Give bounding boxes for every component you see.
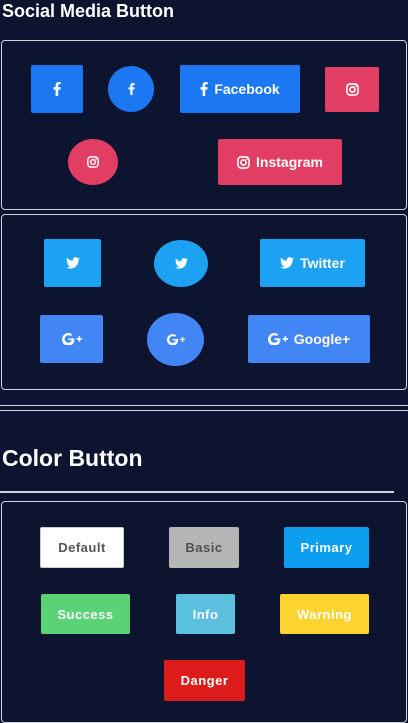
warning-button[interactable]: Warning (280, 594, 369, 634)
facebook-icon (128, 83, 135, 95)
facebook-icon (200, 82, 209, 96)
info-button[interactable]: Info (176, 594, 235, 634)
section-divider-bottom (0, 410, 408, 411)
facebook-text-button[interactable]: Facebook (180, 65, 300, 113)
instagram-text-button[interactable]: Instagram (218, 139, 342, 185)
instagram-label: Instagram (256, 154, 323, 170)
googleplus-label: Google+ (293, 331, 351, 347)
instagram-square-button[interactable] (325, 67, 379, 112)
twitter-icon (65, 257, 80, 269)
twitter-label: Twitter (300, 255, 345, 271)
instagram-icon (345, 83, 359, 96)
google-plus-icon (166, 334, 185, 345)
social-media-heading: Social Media Button (2, 1, 175, 21)
twitter-icon (280, 257, 295, 269)
instagram-round-button[interactable] (68, 139, 118, 185)
instagram-icon (237, 155, 250, 169)
facebook-square-button[interactable] (31, 65, 83, 113)
twitter-square-button[interactable] (44, 239, 101, 287)
instagram-icon (87, 156, 99, 168)
twitter-text-button[interactable]: Twitter (260, 239, 365, 287)
heading-underline (0, 491, 394, 493)
googleplus-text-button[interactable]: Google+ (248, 315, 370, 363)
twitter-round-button[interactable] (154, 240, 208, 287)
color-button-heading: Color Button (2, 445, 143, 471)
facebook-round-button[interactable] (108, 66, 154, 112)
primary-button[interactable]: Primary (284, 527, 369, 568)
googleplus-square-button[interactable] (40, 315, 103, 363)
section-divider-top (0, 405, 408, 406)
default-button[interactable]: Default (40, 527, 124, 568)
danger-button[interactable]: Danger (164, 660, 245, 701)
google-plus-icon (267, 333, 288, 345)
twitter-icon (174, 258, 188, 269)
google-plus-icon (61, 333, 82, 345)
facebook-label: Facebook (214, 81, 280, 97)
basic-button[interactable]: Basic (169, 527, 239, 568)
facebook-icon (53, 82, 61, 96)
googleplus-round-button[interactable] (147, 313, 204, 366)
success-button[interactable]: Success (41, 594, 130, 634)
